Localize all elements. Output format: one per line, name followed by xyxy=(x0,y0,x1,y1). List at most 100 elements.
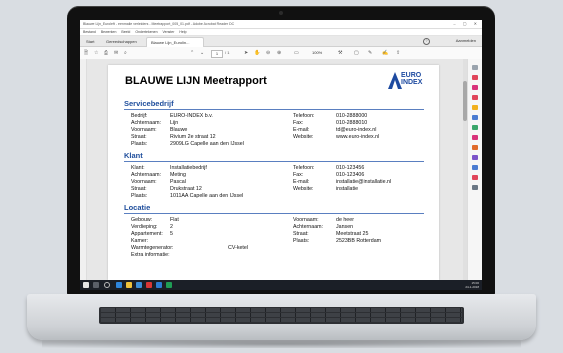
field-value: www.euro-index.nl xyxy=(336,134,380,140)
field-label: Bedrijf: xyxy=(131,113,148,119)
field-label: Verdieping: xyxy=(131,224,158,230)
page-number-input[interactable]: 1 xyxy=(211,50,223,58)
search-icon[interactable]: ⌕ xyxy=(124,50,127,56)
field-value: de heer xyxy=(336,217,354,223)
field-label: Website: xyxy=(293,134,314,140)
select-cursor-icon[interactable]: ➤ xyxy=(244,50,248,56)
field-label: Gebouw: xyxy=(131,217,153,223)
task-view-icon[interactable] xyxy=(93,282,99,288)
highlight-icon[interactable]: ✎ xyxy=(368,50,372,56)
field-value: Pascal xyxy=(170,179,186,185)
field-value: 2909LG Capelle aan den IJssel xyxy=(170,141,244,147)
file-explorer-icon[interactable] xyxy=(126,282,132,288)
send-for-signature-icon[interactable] xyxy=(472,165,478,170)
fill-sign-icon[interactable] xyxy=(472,155,478,160)
sign-in-link[interactable]: Aanmelden xyxy=(456,36,476,46)
euro-index-logo: EURO INDEX xyxy=(388,72,428,92)
fit-page-icon[interactable]: ▭ xyxy=(294,50,299,56)
certificates-icon[interactable] xyxy=(472,175,478,180)
section-rule xyxy=(124,161,424,162)
export-pdf-icon[interactable] xyxy=(472,75,478,80)
logo-text: EURO INDEX xyxy=(401,72,423,86)
create-pdf-icon[interactable] xyxy=(472,85,478,90)
combine-files-icon[interactable] xyxy=(472,115,478,120)
store-icon[interactable] xyxy=(136,282,142,288)
menu-sign[interactable]: Ondertekenen xyxy=(135,30,157,34)
field-label: Appartement: xyxy=(131,231,163,237)
window-title: Blauwe Lijn_Euroleft - eenmalie verleide… xyxy=(83,22,235,26)
keyboard xyxy=(99,307,464,324)
more-tools-icon[interactable] xyxy=(472,185,478,190)
field-label: Telefoon: xyxy=(293,113,315,119)
field-value: td@euro-index.nl xyxy=(336,127,377,133)
field-label: Kamer: xyxy=(131,238,149,244)
tab-home[interactable]: Start xyxy=(82,37,98,46)
word-icon[interactable] xyxy=(156,282,162,288)
section-heading-klant: Klant xyxy=(124,151,143,160)
windows-taskbar: 15:00 24-1-2018 xyxy=(80,280,482,290)
left-rail xyxy=(80,59,87,280)
start-button-icon[interactable] xyxy=(83,282,89,288)
menu-window[interactable]: Venster xyxy=(163,30,175,34)
logo-mark-icon xyxy=(388,72,402,89)
page-down-icon[interactable]: ⌄ xyxy=(200,50,204,56)
window-controls[interactable]: – ▢ ✕ xyxy=(453,20,480,28)
field-label: Fax: xyxy=(293,172,304,178)
bookmark-star-icon[interactable]: ☆ xyxy=(94,50,98,56)
section-heading-locatie: Locatie xyxy=(124,203,151,212)
field-label: Voornaam: xyxy=(131,127,157,133)
excel-icon[interactable] xyxy=(166,282,172,288)
page-up-icon[interactable]: ⌃ xyxy=(190,50,194,56)
zoom-level[interactable]: 100% xyxy=(312,50,322,56)
print-icon[interactable]: ⎙ xyxy=(104,50,108,56)
field-label: Plaats: xyxy=(293,238,310,244)
organize-pages-icon[interactable] xyxy=(472,125,478,130)
menu-file[interactable]: Bestand xyxy=(83,30,96,34)
field-label: E-mail: xyxy=(293,179,310,185)
share-icon[interactable]: ⇪ xyxy=(396,50,400,56)
field-value: CV-ketel xyxy=(228,245,249,251)
system-clock[interactable]: 15:00 24-1-2018 xyxy=(465,281,479,289)
tab-document[interactable]: Blauwe Lijn_Eurolin... xyxy=(146,37,204,47)
edit-pdf-icon[interactable] xyxy=(472,95,478,100)
protect-icon[interactable] xyxy=(472,145,478,150)
field-label: Achternaam: xyxy=(293,224,324,230)
zoom-in-icon[interactable]: ⊕ xyxy=(277,50,281,56)
field-label: Warmtegenerator: xyxy=(131,245,174,251)
field-value: installatie@installatie.nl xyxy=(336,179,392,185)
comment-icon[interactable]: ▢ xyxy=(354,50,359,56)
field-value: Meetstraat 25 xyxy=(336,231,369,237)
field-value: 010-2888010 xyxy=(336,120,368,126)
menu-bar: Bestand Bewerken Beeld Ondertekenen Vens… xyxy=(80,29,482,36)
zoom-out-icon[interactable]: ⊖ xyxy=(266,50,270,56)
edge-browser-icon[interactable] xyxy=(116,282,122,288)
laptop-base xyxy=(27,294,536,340)
field-label: Plaats: xyxy=(131,141,148,147)
sign-icon[interactable]: ✍ xyxy=(382,50,388,56)
hand-tool-icon[interactable]: ✋ xyxy=(254,50,260,56)
comment-tool-icon[interactable] xyxy=(472,105,478,110)
help-icon[interactable]: ? xyxy=(423,38,430,45)
field-value: 5 xyxy=(170,231,173,237)
document-title: BLAUWE LIJN Meetrapport xyxy=(125,75,267,87)
tools-icon[interactable]: ⚒ xyxy=(338,50,342,56)
menu-help[interactable]: Help xyxy=(179,30,186,34)
tab-tools[interactable]: Gereedschappen xyxy=(102,37,141,46)
field-value: 010-123456 xyxy=(336,165,365,171)
field-label: Achternaam: xyxy=(131,120,162,126)
redact-icon[interactable] xyxy=(472,135,478,140)
search-tool-icon[interactable] xyxy=(472,65,478,70)
screen: Blauwe Lijn_Euroleft - eenmalie verleide… xyxy=(80,20,482,290)
field-value: EURO-INDEX b.v. xyxy=(170,113,213,119)
field-label: Extra informatie: xyxy=(131,252,170,258)
section-rule xyxy=(124,109,424,110)
menu-edit[interactable]: Bewerken xyxy=(101,30,117,34)
field-label: Straat: xyxy=(293,231,309,237)
cortana-search-icon[interactable] xyxy=(104,282,110,288)
page-total: / 1 xyxy=(225,50,230,55)
save-icon[interactable]: 🗎 xyxy=(84,50,88,56)
email-icon[interactable]: ✉ xyxy=(114,50,118,56)
acrobat-taskbar-icon[interactable] xyxy=(146,282,152,288)
field-value: 010-123406 xyxy=(336,172,365,178)
menu-view[interactable]: Beeld xyxy=(121,30,130,34)
